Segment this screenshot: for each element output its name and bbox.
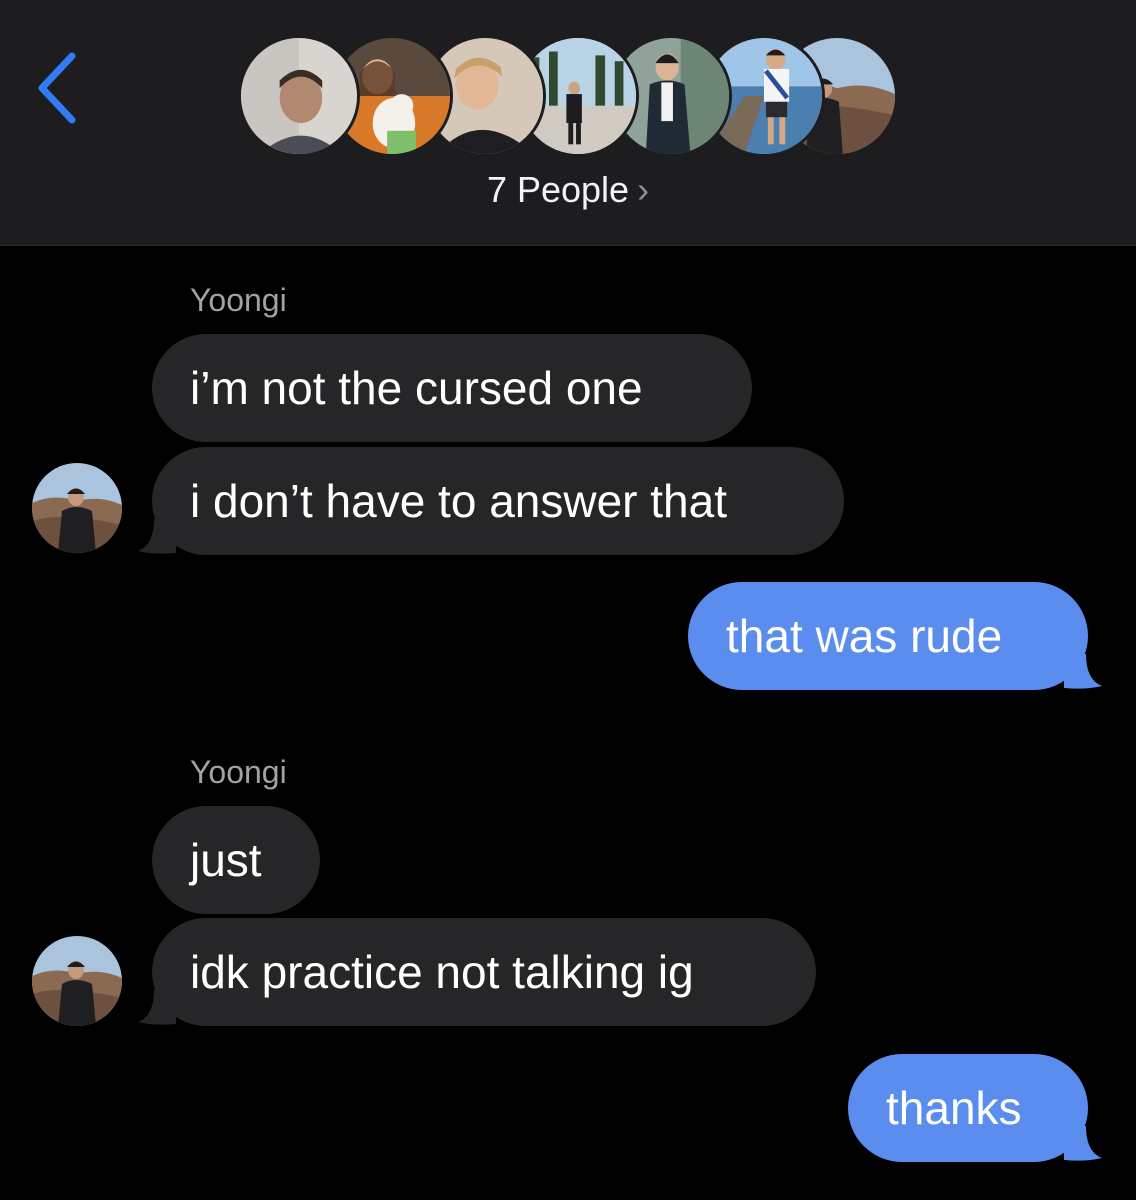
group-details-link[interactable]: 7 People › (0, 168, 1136, 212)
person-photo-icon (32, 936, 122, 1026)
bubble-tail (1064, 1126, 1102, 1161)
chevron-left-icon (38, 52, 76, 124)
group-avatars[interactable] (238, 35, 898, 157)
outgoing-message-bubble[interactable]: thanks (848, 1054, 1088, 1162)
people-count-label: 7 People (486, 169, 630, 210)
bubble-tail (1064, 654, 1102, 689)
sender-avatar[interactable] (32, 936, 122, 1026)
messages-screen: 7 People › Yoongi i’m not the cursed one … (0, 0, 1136, 1200)
incoming-message-bubble[interactable]: just (152, 806, 320, 914)
sender-avatar[interactable] (32, 463, 122, 553)
sender-name: Yoongi (190, 282, 287, 318)
outgoing-message-bubble[interactable]: that was rude (688, 582, 1088, 690)
incoming-message-bubble[interactable]: i’m not the cursed one (152, 334, 752, 442)
bubble-tail (138, 519, 176, 554)
back-button[interactable] (30, 48, 90, 128)
conversation-header: 7 People › (0, 0, 1136, 246)
chevron-right-icon: › (637, 169, 650, 210)
member-avatar[interactable] (238, 35, 360, 157)
person-photo-icon (32, 463, 122, 553)
bubble-tail (138, 990, 176, 1025)
incoming-message-bubble[interactable]: i don’t have to answer that (152, 447, 844, 555)
person-photo-icon (241, 38, 357, 154)
sender-name: Yoongi (190, 754, 287, 790)
incoming-message-bubble[interactable]: idk practice not talking ig (152, 918, 816, 1026)
